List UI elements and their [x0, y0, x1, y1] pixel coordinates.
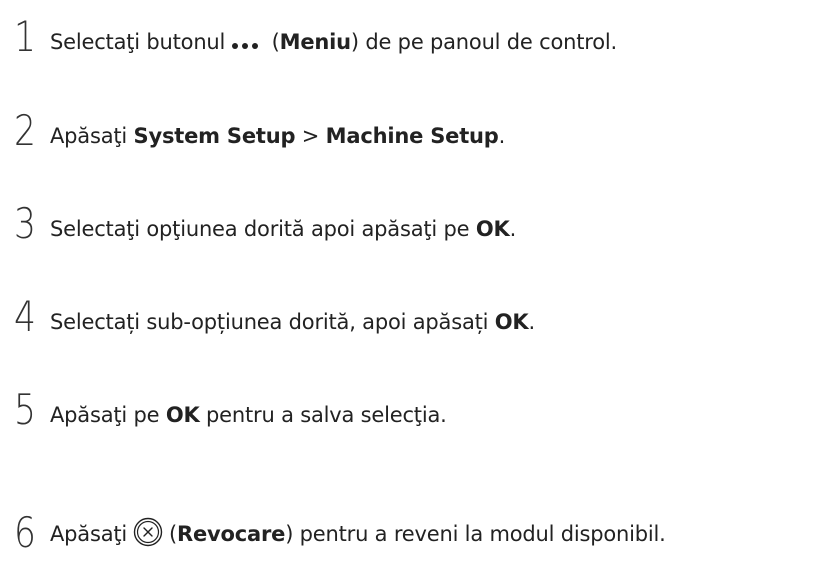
step-text: Selectaţi opţiunea dorită apoi apăsaţi p… — [50, 217, 516, 241]
step-text-pre: Apăsaţi — [50, 124, 134, 148]
step-text-mid: ( — [169, 522, 178, 546]
step-2: 2 Apăsaţi System Setup > Machine Setup. — [14, 100, 505, 152]
step-text: Selectaţi butonul (Meniu) de pe panoul d… — [50, 30, 617, 54]
ok-label: OK — [165, 403, 200, 427]
step-text-pre: Selectaţi opţiunea dorită apoi apăsaţi p… — [50, 217, 476, 241]
machine-setup-label: Machine Setup — [325, 124, 499, 148]
step-text: Apăsaţi (Revocare) pentru a reveni la mo… — [50, 517, 666, 550]
step-6: 6 Apăsaţi (Revocare) pentru a reveni la … — [14, 502, 666, 554]
step-number: 2 — [14, 106, 36, 155]
step-text-post: . — [509, 217, 517, 241]
cancel-icon — [133, 517, 163, 547]
step-number: 1 — [14, 12, 36, 61]
system-setup-label: System Setup — [133, 124, 296, 148]
step-text-post: ) de pe panoul de control. — [350, 30, 617, 54]
step-text-post: ) pentru a reveni la modul disponibil. — [285, 522, 666, 546]
step-5: 5 Apăsaţi pe OK pentru a salva selecţia. — [14, 379, 447, 431]
step-text: Apăsaţi pe OK pentru a salva selecţia. — [50, 403, 447, 427]
step-text: Apăsaţi System Setup > Machine Setup. — [50, 124, 505, 148]
more-dots-icon — [232, 43, 259, 49]
instruction-page: 1 Selectaţi butonul (Meniu) de pe panoul… — [0, 0, 814, 561]
step-1: 1 Selectaţi butonul (Meniu) de pe panoul… — [14, 6, 617, 58]
step-4: 4 Selectați sub-opțiunea dorită, apoi ap… — [14, 286, 535, 338]
step-number: 3 — [14, 199, 36, 248]
step-text: Selectați sub-opțiunea dorită, apoi apăs… — [50, 310, 535, 334]
step-number: 5 — [14, 385, 36, 434]
step-text-mid: ( — [265, 30, 280, 54]
step-text-pre: Selectați sub-opțiunea dorită, apoi apăs… — [50, 310, 495, 334]
step-text-pre: Selectaţi butonul — [50, 30, 226, 54]
step-text-post: . — [498, 124, 506, 148]
step-text-post: . — [528, 310, 536, 334]
ok-label: OK — [494, 310, 529, 334]
step-number: 4 — [14, 292, 36, 341]
step-number: 6 — [14, 508, 36, 557]
step-text-post: pentru a salva selecţia. — [199, 403, 447, 427]
ok-label: OK — [475, 217, 510, 241]
revocare-label: Revocare — [177, 522, 286, 546]
step-text-pre: Apăsaţi — [50, 522, 128, 546]
menu-label: Meniu — [279, 30, 351, 54]
path-separator: > — [295, 124, 326, 148]
step-3: 3 Selectaţi opţiunea dorită apoi apăsaţi… — [14, 193, 516, 245]
step-text-pre: Apăsaţi pe — [50, 403, 166, 427]
